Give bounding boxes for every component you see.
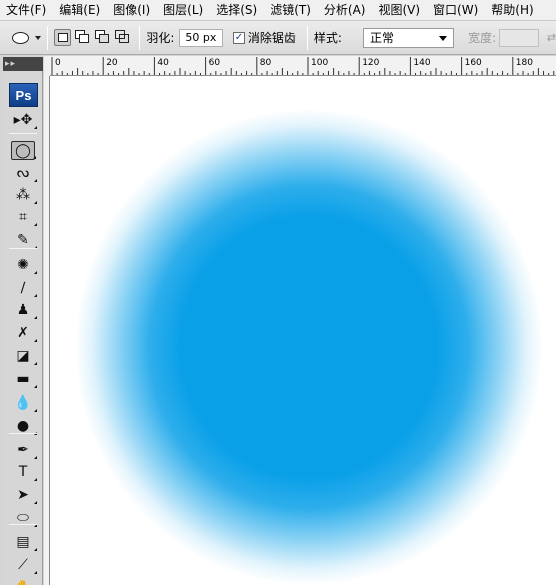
tool-flyout-indicator [34, 294, 37, 297]
menu-item-3[interactable]: 图层(L) [157, 1, 210, 20]
brush-icon[interactable]: ∕ [11, 278, 37, 297]
antialias-checkbox[interactable]: ✓ [233, 31, 245, 44]
options-bar: 羽化: 50 px ✓ 消除锯齿 样式: 正常 宽度: ⇄ [0, 21, 556, 55]
tool-flyout-indicator [34, 548, 37, 551]
options-separator [306, 25, 308, 50]
options-separator [47, 25, 48, 50]
history-brush-icon[interactable]: ✗ [11, 323, 37, 342]
magic-wand-icon[interactable]: ⁂ [11, 185, 37, 204]
blur-icon[interactable]: 💧 [11, 393, 37, 412]
ruler-label: 180 [516, 58, 533, 68]
path-selection-icon[interactable]: ➤ [11, 485, 37, 504]
style-label: 样式: [313, 31, 342, 45]
crop-icon[interactable]: ⌗ [11, 207, 37, 226]
tool-flyout-indicator [34, 271, 37, 274]
toolbox-separator [9, 433, 37, 434]
lasso-icon[interactable]: ᔓ [11, 163, 37, 182]
horizontal-ruler[interactable]: 0 20 40 60 80 100 120 140 160 180 [50, 56, 556, 76]
tool-preset-picker[interactable] [12, 31, 41, 44]
ruler-label: 40 [157, 58, 169, 68]
menu-item-9[interactable]: 帮助(H) [485, 1, 540, 20]
ruler-label: 20 [106, 58, 118, 68]
tool-flyout-indicator [34, 501, 37, 504]
tool-flyout-indicator [34, 571, 37, 574]
menu-item-2[interactable]: 图像(I) [107, 1, 157, 20]
menu-item-8[interactable]: 窗口(W) [427, 1, 485, 20]
new-selection-icon [58, 33, 68, 42]
toolbox-separator [9, 248, 37, 249]
ruler-label: 80 [260, 58, 272, 68]
clone-stamp-icon[interactable]: ♟ [11, 300, 37, 319]
elliptical-marquee-icon[interactable]: ◯ [11, 141, 36, 160]
toolbox: Ps ▸✥◯ᔓ⁂⌗✎✺∕♟✗◪▬💧●✒T➤⬭▤⟋✋ [3, 71, 43, 585]
menu-item-6[interactable]: 分析(A) [318, 1, 373, 20]
ruler-label: 120 [362, 58, 379, 68]
style-select-value: 正常 [369, 30, 394, 45]
feathered-circle [75, 109, 543, 585]
eyedropper-icon[interactable]: ✎ [11, 230, 37, 249]
ruler-label: 100 [311, 58, 328, 68]
swap-icon[interactable]: ⇄ [547, 31, 556, 44]
style-select[interactable]: 正常 [362, 27, 455, 48]
tool-flyout-indicator [34, 179, 37, 182]
document-canvas[interactable] [50, 76, 556, 585]
ps-logo[interactable]: Ps [9, 83, 38, 107]
eyedropper-2-icon[interactable]: ⟋ [11, 555, 37, 574]
chevron-down-icon [439, 35, 448, 41]
toolbox-grip[interactable]: ▸▸ [3, 57, 43, 71]
tool-flyout-indicator [34, 201, 37, 204]
tool-flyout-indicator [34, 409, 37, 412]
menu-item-0[interactable]: 文件(F) [0, 1, 53, 20]
ruler-label: 0 [55, 58, 61, 68]
antialias-label: 消除锯齿 [247, 31, 296, 45]
menu-item-5[interactable]: 滤镜(T) [264, 1, 318, 20]
tool-flyout-indicator [34, 456, 37, 459]
ruler-label: 160 [465, 58, 482, 68]
options-separator [139, 25, 141, 50]
eraser-icon[interactable]: ◪ [11, 346, 37, 365]
menu-bar: 文件(F) 编辑(E) 图像(I) 图层(L) 选择(S) 滤镜(T) 分析(A) 视图(V)… [0, 0, 556, 21]
new-selection-button[interactable] [54, 29, 71, 46]
chevron-down-icon [35, 35, 41, 40]
notes-icon[interactable]: ▤ [11, 532, 37, 551]
tool-flyout-indicator [33, 156, 36, 159]
menu-item-1[interactable]: 编辑(E) [53, 1, 107, 20]
tool-flyout-indicator [34, 316, 37, 319]
width-input[interactable] [499, 28, 539, 47]
feather-label: 羽化: [146, 31, 175, 45]
type-icon[interactable]: T [11, 462, 37, 481]
pen-icon[interactable]: ✒ [11, 440, 37, 459]
ruler-ticks: 0 20 40 60 80 100 120 140 160 180 [51, 57, 555, 75]
ruler-label: 60 [209, 58, 221, 68]
tool-flyout-indicator [34, 126, 37, 129]
toolbox-separator [9, 524, 37, 525]
tool-flyout-indicator [34, 223, 37, 226]
subtract-from-selection-button[interactable] [94, 29, 111, 46]
toolbox-separator [9, 133, 37, 134]
intersect-selection-button[interactable] [114, 29, 131, 46]
gradient-icon[interactable]: ▬ [11, 369, 37, 388]
tool-flyout-indicator [34, 385, 37, 388]
add-to-selection-button[interactable] [74, 29, 91, 46]
move-tool-icon[interactable]: ▸✥ [11, 110, 37, 129]
healing-brush-icon[interactable]: ✺ [11, 255, 37, 274]
width-label: 宽度: [468, 31, 497, 45]
menu-item-7[interactable]: 视图(V) [372, 1, 427, 20]
tool-flyout-indicator [34, 478, 37, 481]
tool-flyout-indicator [34, 362, 37, 365]
ruler-label: 140 [413, 58, 430, 68]
hand-icon[interactable]: ✋ [11, 578, 35, 585]
tool-flyout-indicator [34, 339, 37, 342]
ellipse-marquee-icon [12, 31, 29, 44]
menu-item-4[interactable]: 选择(S) [210, 1, 264, 20]
feather-input[interactable]: 50 px [179, 28, 223, 47]
